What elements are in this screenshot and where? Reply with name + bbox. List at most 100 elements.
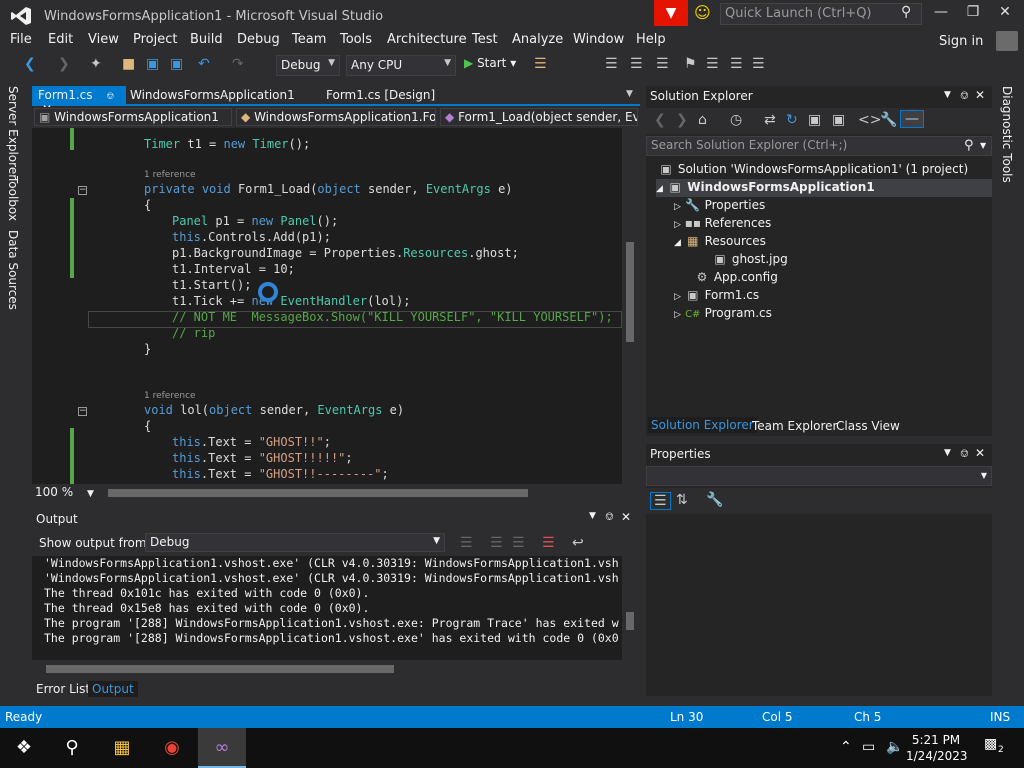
show-all-files-icon[interactable]: ▣ <box>832 112 845 128</box>
tab-output[interactable]: Output <box>88 681 138 697</box>
tab-team-explorer[interactable]: Team Explorer <box>752 419 838 433</box>
tab-solution-explorer[interactable]: Solution Explorer <box>648 417 757 433</box>
network-icon[interactable]: ▭ <box>862 739 875 755</box>
tree-item-project[interactable]: ◢ ▣ WindowsFormsApplication1 <box>656 180 875 194</box>
menu-help[interactable]: Help <box>636 32 666 47</box>
menu-window[interactable]: Window <box>573 32 624 47</box>
codelens-reference[interactable]: 1 reference <box>144 391 196 401</box>
tree-item-app-config[interactable]: ⚙ App.config <box>694 270 778 284</box>
expanded-icon[interactable]: ◢ <box>674 238 681 248</box>
forward-icon[interactable]: ❯ <box>676 112 688 128</box>
redo-icon[interactable]: ↷ <box>232 56 244 72</box>
close-panel-icon[interactable]: ✕ <box>621 510 631 524</box>
preview-selected-icon[interactable]: — <box>900 110 924 128</box>
quick-launch-input[interactable]: Quick Launch (Ctrl+Q) <box>720 3 922 25</box>
menu-analyze[interactable]: Analyze <box>512 32 563 47</box>
close-panel-icon[interactable]: ✕ <box>975 88 985 102</box>
find-message-icon[interactable]: ☰ <box>460 535 473 551</box>
properties-icon[interactable]: 🔧 <box>880 112 897 128</box>
tree-item-resources[interactable]: ◢ ▦ Resources <box>674 234 766 248</box>
volume-icon[interactable]: 🔈 <box>886 739 903 755</box>
member-dropdown[interactable]: ◆ Form1_Load(object sender, Eve <box>440 108 638 126</box>
clear-bookmarks-icon[interactable]: ☰ <box>752 56 765 72</box>
pin-icon[interactable]: ⎊ <box>106 91 114 102</box>
collapsed-icon[interactable]: ▷ <box>674 202 681 212</box>
tree-item-form1-cs[interactable]: ▷ ▣ Form1.cs <box>674 288 759 302</box>
collapsed-icon[interactable]: ▷ <box>674 310 681 320</box>
start-debugging-button[interactable]: ▶ Start ▾ <box>464 56 516 70</box>
account-icon[interactable] <box>996 31 1018 51</box>
maximize-button[interactable]: ❐ <box>956 4 990 20</box>
uncomment-icon[interactable]: ☰ <box>656 56 669 72</box>
tree-item-program-cs[interactable]: ▷ C# Program.cs <box>674 306 772 320</box>
pin-icon[interactable]: ⎊ <box>960 89 969 103</box>
prev-message-icon[interactable]: ☰ <box>490 535 503 551</box>
search-icon[interactable]: ⚲ <box>964 138 974 153</box>
back-icon[interactable]: ❮ <box>654 112 666 128</box>
diagnostic-tools-tab[interactable]: Diagnostic Tools <box>1000 86 1014 183</box>
menu-file[interactable]: File <box>10 32 32 47</box>
output-vertical-scrollbar[interactable] <box>622 556 640 660</box>
close-panel-icon[interactable]: ✕ <box>975 446 985 460</box>
tab-overflow-icon[interactable]: ▼ <box>626 89 633 99</box>
menu-project[interactable]: Project <box>133 32 177 47</box>
start-menu-icon[interactable]: ❖ <box>0 728 48 768</box>
menu-view[interactable]: View <box>88 32 119 47</box>
notifications-icon[interactable]: ▩ <box>984 736 997 752</box>
tab-class-view[interactable]: Class View <box>836 419 900 433</box>
collapse-all-icon[interactable]: ▣ <box>808 112 821 128</box>
sign-in-link[interactable]: Sign in <box>939 34 983 49</box>
tree-item-properties[interactable]: ▷ 🔧 Properties <box>674 198 765 212</box>
align-icon[interactable]: ☰ <box>605 56 618 72</box>
sync-icon[interactable]: ⇄ <box>764 112 776 128</box>
close-button[interactable]: ✕ <box>988 4 1022 20</box>
pending-changes-icon[interactable]: ◷ <box>730 112 742 128</box>
clear-all-icon[interactable]: ☰ <box>542 535 555 551</box>
zoom-dropdown[interactable]: 100 % ▼ <box>35 485 94 499</box>
output-source-dropdown[interactable]: Debug ▼ <box>145 533 445 552</box>
data-sources-tab[interactable]: Data Sources <box>6 230 20 310</box>
solution-platform-dropdown[interactable]: Any CPU ▼ <box>346 55 456 76</box>
next-bookmark-icon[interactable]: ☰ <box>706 56 719 72</box>
tree-item-references[interactable]: ▷ ▪▪ References <box>674 216 771 230</box>
menu-debug[interactable]: Debug <box>237 32 280 47</box>
menu-build[interactable]: Build <box>190 32 223 47</box>
solution-configuration-dropdown[interactable]: Debug ▼ <box>276 55 340 76</box>
minimize-button[interactable]: — <box>924 4 958 20</box>
visual-studio-taskbar-icon[interactable]: ∞ <box>198 728 246 768</box>
property-pages-icon[interactable]: 🔧 <box>706 492 723 508</box>
feedback-filter-icon[interactable]: ▼ <box>654 0 688 26</box>
categorized-icon[interactable]: ☰ <box>650 492 671 510</box>
refresh-icon[interactable]: ↻ <box>786 112 798 128</box>
project-dropdown[interactable]: ▣ WindowsFormsApplication1 <box>34 108 232 126</box>
alphabetical-icon[interactable]: ⇅ <box>676 492 688 508</box>
menu-test[interactable]: Test <box>472 32 498 47</box>
prev-bookmark-icon[interactable]: ☰ <box>730 56 743 72</box>
undo-icon[interactable]: ↶ <box>198 56 210 72</box>
show-hidden-icons-icon[interactable]: ⌃ <box>840 739 852 755</box>
chrome-icon[interactable]: ◉ <box>148 728 196 768</box>
comment-icon[interactable]: ☰ <box>630 56 643 72</box>
pin-icon[interactable]: ⎊ <box>960 447 969 461</box>
browse-icon[interactable]: ☰ <box>534 56 547 72</box>
collapse-icon[interactable]: − <box>78 186 87 195</box>
collapsed-icon[interactable]: ▷ <box>674 220 681 230</box>
menu-team[interactable]: Team <box>292 32 326 47</box>
view-code-icon[interactable]: <> <box>858 112 881 128</box>
search-icon[interactable]: ⚲ <box>48 728 96 768</box>
menu-edit[interactable]: Edit <box>48 32 73 47</box>
open-folder-icon[interactable]: ■ <box>122 56 135 72</box>
editor-hscroll-thumb[interactable] <box>108 489 528 497</box>
dropdown-icon[interactable]: ▼ <box>944 90 951 100</box>
server-explorer-tab[interactable]: Server Explorer <box>6 86 20 179</box>
collapsed-icon[interactable]: ▷ <box>674 292 681 302</box>
toolbox-tab[interactable]: Toolbox <box>6 176 20 221</box>
pin-icon[interactable]: ⎊ <box>605 510 614 524</box>
save-icon[interactable]: ▣ <box>146 56 159 72</box>
output-scroll-thumb[interactable] <box>626 612 634 630</box>
new-project-icon[interactable]: ✦ <box>90 56 102 72</box>
system-clock[interactable]: 5:21 PM 1/24/2023 <box>906 732 968 764</box>
word-wrap-icon[interactable]: ↩ <box>572 535 584 551</box>
tab-error-list[interactable]: Error List <box>32 681 94 697</box>
output-text[interactable]: 'WindowsFormsApplication1.vshost.exe' (C… <box>32 556 622 660</box>
